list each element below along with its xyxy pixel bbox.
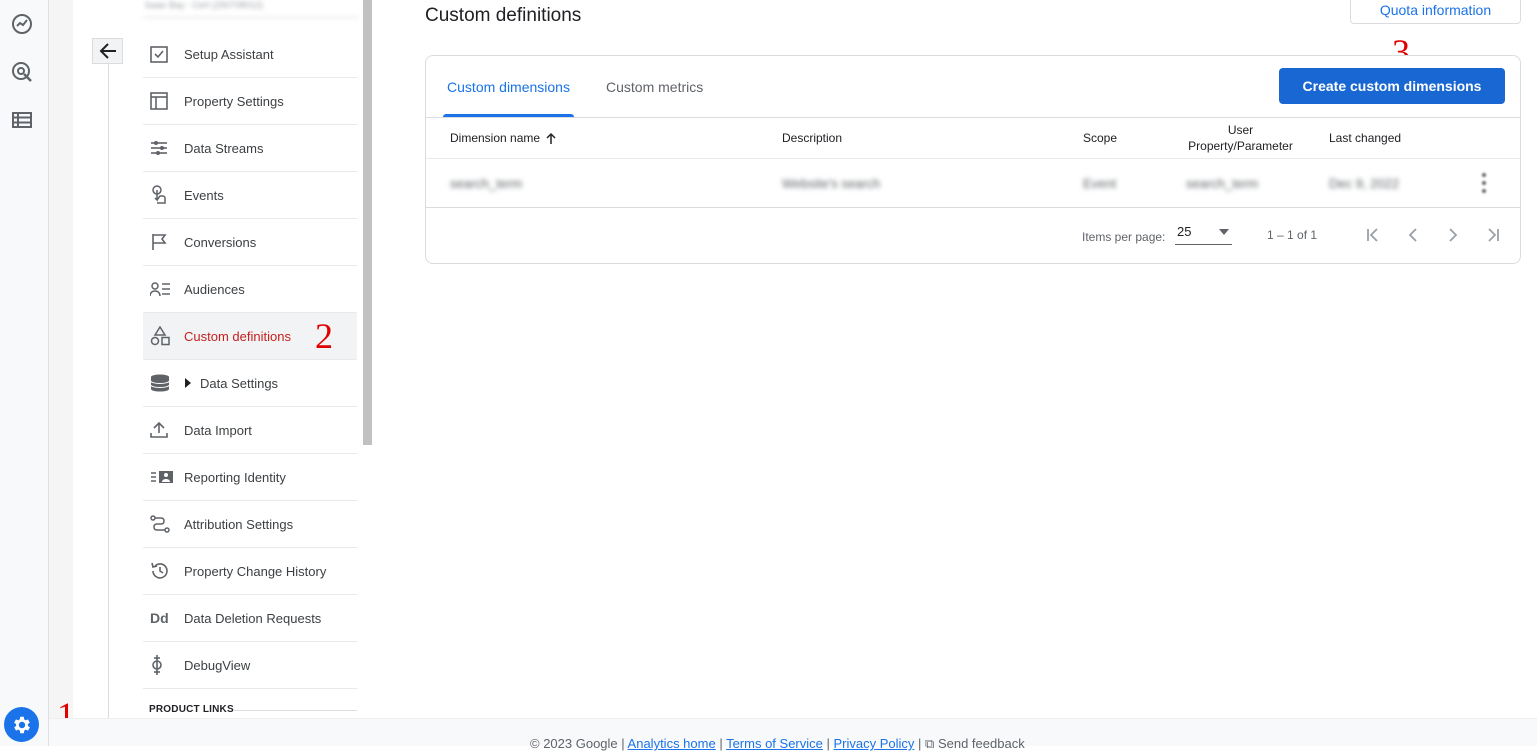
- previous-page-icon[interactable]: [1400, 222, 1426, 248]
- feedback-icon: ⧉: [925, 736, 935, 751]
- nav-item-label: Data Settings: [200, 375, 279, 391]
- nav-tree-line: [108, 64, 109, 718]
- expand-arrow-icon: [184, 378, 192, 388]
- nav-item-data-streams[interactable]: Data Streams: [143, 125, 357, 172]
- attribution-path-icon: [143, 515, 184, 533]
- column-header-last-changed[interactable]: Last changed: [1329, 118, 1401, 158]
- last-page-icon[interactable]: [1480, 222, 1506, 248]
- nav-item-label: Setup Assistant: [184, 46, 274, 62]
- send-feedback-link[interactable]: Send feedback: [938, 736, 1025, 751]
- nav-item-conversions[interactable]: Conversions: [143, 219, 357, 266]
- shapes-icon: [143, 326, 184, 346]
- column-header-label: Dimension name: [450, 131, 541, 145]
- nav-item-attribution-settings[interactable]: Attribution Settings: [143, 501, 357, 548]
- nav-item-audiences[interactable]: Audiences: [143, 266, 357, 313]
- upload-icon: [143, 421, 184, 439]
- nav-item-label: Audiences: [184, 281, 245, 297]
- checklist-icon: [143, 45, 184, 63]
- cell-dimension-name: search_term: [450, 175, 523, 191]
- column-header-dimension-name[interactable]: Dimension name: [450, 118, 556, 158]
- back-button[interactable]: [92, 38, 123, 64]
- nav-item-label: Data Streams: [184, 140, 264, 156]
- nav-item-label: Property Settings: [184, 93, 284, 109]
- custom-definitions-card: Custom dimensions Custom metrics Create …: [425, 55, 1521, 264]
- history-icon: [143, 561, 184, 581]
- footer-text: © 2023 Google | Analytics home | Terms o…: [530, 736, 1025, 751]
- dropdown-arrow-icon: [1219, 228, 1229, 235]
- nav-item-property-settings[interactable]: Property Settings: [143, 78, 357, 125]
- pagination-range: 1 – 1 of 1: [1267, 228, 1318, 242]
- next-page-icon[interactable]: [1440, 222, 1466, 248]
- privacy-link[interactable]: Privacy Policy: [834, 736, 915, 751]
- items-per-page-label: Items per page:: [1082, 230, 1166, 244]
- account-name: Isaac Bay - Cert (290708012): [143, 0, 358, 18]
- cell-parameter: search_term: [1186, 175, 1259, 191]
- nav-item-label: Attribution Settings: [184, 516, 294, 532]
- audience-icon: [143, 281, 184, 297]
- nav-item-setup-assistant[interactable]: Setup Assistant: [143, 31, 357, 78]
- data-streams-icon: [143, 140, 184, 156]
- nav-item-reporting-identity[interactable]: Reporting Identity: [143, 454, 357, 501]
- nav-item-data-deletion-requests[interactable]: Dd Data Deletion Requests: [143, 595, 357, 642]
- advertising-list-icon[interactable]: [9, 107, 35, 133]
- nav-scrollbar[interactable]: [363, 0, 372, 445]
- nav-item-debugview[interactable]: DebugView: [143, 642, 357, 689]
- product-links-heading: PRODUCT LINKS: [149, 704, 234, 715]
- nav-item-data-settings[interactable]: Data Settings: [143, 360, 357, 407]
- page-title: Custom definitions: [425, 5, 582, 26]
- footer: © 2023 Google | Analytics home | Terms o…: [49, 718, 1537, 751]
- nav-item-label: Custom definitions: [184, 328, 291, 344]
- sort-arrow-up-icon: [546, 132, 556, 144]
- items-per-page-value: 25: [1177, 224, 1192, 239]
- left-rail: [0, 0, 49, 746]
- nav-item-label: Reporting Identity: [184, 469, 286, 485]
- debug-icon: [143, 654, 184, 676]
- admin-settings-button[interactable]: [4, 707, 39, 742]
- divider: [233, 710, 357, 711]
- column-header-scope[interactable]: Scope: [1083, 118, 1117, 158]
- terms-link[interactable]: Terms of Service: [726, 736, 823, 751]
- arrow-left-icon: [99, 43, 116, 59]
- items-per-page-select[interactable]: 25: [1175, 219, 1232, 245]
- nav-item-label: Data Import: [184, 422, 252, 438]
- copyright: © 2023 Google: [530, 736, 618, 751]
- touch-icon: [143, 185, 184, 205]
- database-icon: [143, 374, 184, 392]
- nav-item-label: Conversions: [184, 234, 257, 250]
- nav-item-label: Events: [184, 187, 224, 203]
- nav-item-label: Property Change History: [184, 563, 327, 579]
- identity-icon: [143, 470, 184, 484]
- column-header-description[interactable]: Description: [782, 118, 842, 158]
- analytics-home-link[interactable]: Analytics home: [628, 736, 716, 751]
- column-header-user-property[interactable]: User Property/Parameter: [1184, 118, 1297, 158]
- quota-information-button[interactable]: Quota information: [1350, 0, 1521, 24]
- divider: [426, 207, 1520, 208]
- reports-icon[interactable]: [9, 11, 35, 37]
- nav-item-label: DebugView: [184, 657, 251, 673]
- cell-description: Website's search: [782, 175, 881, 191]
- annotation-2: 2: [315, 316, 333, 356]
- cell-scope: Event: [1083, 175, 1117, 191]
- tab-custom-dimensions[interactable]: Custom dimensions: [443, 56, 574, 117]
- explore-icon[interactable]: [9, 59, 35, 85]
- nav-item-label: Data Deletion Requests: [184, 610, 322, 626]
- dd-icon: Dd: [150, 610, 169, 626]
- more-vert-icon[interactable]: [1481, 173, 1487, 193]
- gutter: [49, 0, 73, 746]
- create-custom-dimensions-button[interactable]: Create custom dimensions: [1279, 68, 1505, 104]
- gear-icon: [13, 716, 30, 733]
- property-window-icon: [143, 92, 184, 110]
- column-header-label-line2: Property/Parameter: [1188, 139, 1293, 153]
- nav-item-events[interactable]: Events: [143, 172, 357, 219]
- column-header-label-line1: User: [1227, 123, 1254, 137]
- nav-item-data-import[interactable]: Data Import: [143, 407, 357, 454]
- tab-custom-metrics[interactable]: Custom metrics: [606, 56, 703, 117]
- flag-icon: [143, 233, 184, 251]
- first-page-icon[interactable]: [1360, 222, 1386, 248]
- cell-last-changed: Dec 9, 2022: [1329, 175, 1400, 191]
- nav-item-property-change-history[interactable]: Property Change History: [143, 548, 357, 595]
